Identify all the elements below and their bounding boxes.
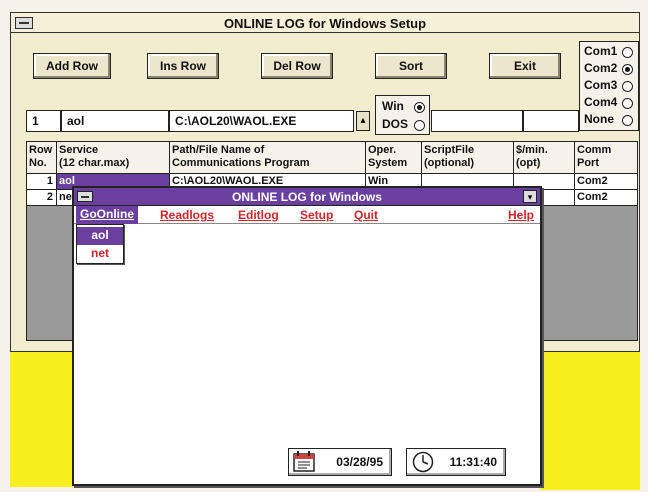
path-field[interactable]: C:\AOL20\WAOL.EXE [169, 110, 354, 132]
col-header-rate: $/min. (opt) [514, 142, 575, 174]
dropdown-item-net[interactable]: net [77, 245, 123, 263]
com4-option[interactable]: Com4 [584, 95, 617, 109]
row-number-field[interactable]: 1 [26, 110, 61, 132]
table-cell-port[interactable]: Com2 [575, 190, 638, 206]
menu-editlog[interactable]: Editlog [238, 208, 279, 222]
calendar-icon [293, 451, 315, 472]
table-cell-row-no[interactable]: 2 [27, 190, 57, 206]
dropdown-item-aol[interactable]: aol [77, 227, 123, 245]
rate-field[interactable] [523, 110, 579, 132]
col-header-port: Comm Port [575, 142, 638, 174]
exit-button[interactable]: Exit [489, 53, 561, 79]
none-radio[interactable] [622, 115, 633, 126]
menu-quit[interactable]: Quit [354, 208, 378, 222]
col-header-os: Oper. System [366, 142, 422, 174]
date-text: 03/28/95 [336, 455, 383, 469]
col-header-script: ScriptFile (optional) [422, 142, 514, 174]
browse-button[interactable]: ▴ [356, 111, 370, 131]
com4-radio[interactable] [622, 98, 633, 109]
setup-window-title: ONLINE LOG for Windows Setup [223, 16, 427, 31]
clock-icon [412, 451, 434, 473]
com1-radio[interactable] [622, 47, 633, 58]
col-header-row: Row No. [27, 142, 57, 174]
com2-radio[interactable] [622, 64, 633, 75]
sort-button[interactable]: Sort [375, 53, 447, 79]
yellow-background-right [540, 340, 640, 490]
none-option[interactable]: None [584, 112, 614, 126]
date-display: 03/28/95 [288, 448, 392, 476]
table-cell-port[interactable]: Com2 [575, 174, 638, 190]
del-row-button[interactable]: Del Row [261, 53, 333, 79]
menu-bar: GoOnline Readlogs Editlog Setup Quit Hel… [74, 206, 540, 224]
ins-row-button[interactable]: Ins Row [147, 53, 219, 79]
time-text: 11:31:40 [449, 455, 497, 469]
service-field[interactable]: aol [61, 110, 169, 132]
menu-setup[interactable]: Setup [300, 208, 333, 222]
col-header-path: Path/File Name of Communications Program [170, 142, 366, 174]
menu-goonline[interactable]: GoOnline [76, 206, 138, 224]
os-group: Win DOS [375, 95, 430, 135]
table-cell-row-no[interactable]: 1 [27, 174, 57, 190]
com-port-group: Com1 Com2 Com3 Com4 None [579, 41, 639, 131]
dos-radio[interactable] [414, 120, 425, 131]
menu-readlogs[interactable]: Readlogs [160, 208, 214, 222]
dos-option[interactable]: DOS [382, 117, 408, 131]
win-option[interactable]: Win [382, 99, 404, 113]
com3-radio[interactable] [622, 81, 633, 92]
time-display: 11:31:40 [406, 448, 506, 476]
add-row-button[interactable]: Add Row [33, 53, 111, 79]
main-title-bar: ONLINE LOG for Windows ▾ [74, 188, 540, 206]
goonline-dropdown: aol net [76, 224, 124, 264]
menu-help[interactable]: Help [508, 208, 534, 222]
main-window-title: ONLINE LOG for Windows [232, 190, 382, 204]
col-header-service: Service (12 char.max) [57, 142, 170, 174]
com3-option[interactable]: Com3 [584, 78, 617, 92]
online-log-window: ONLINE LOG for Windows ▾ GoOnline Readlo… [72, 186, 542, 486]
win-radio[interactable] [414, 102, 425, 113]
setup-title-bar: ONLINE LOG for Windows Setup [11, 13, 639, 33]
minimize-icon[interactable]: ▾ [523, 190, 537, 203]
com2-option[interactable]: Com2 [584, 61, 617, 75]
script-field[interactable] [431, 110, 523, 132]
com1-option[interactable]: Com1 [584, 44, 617, 58]
